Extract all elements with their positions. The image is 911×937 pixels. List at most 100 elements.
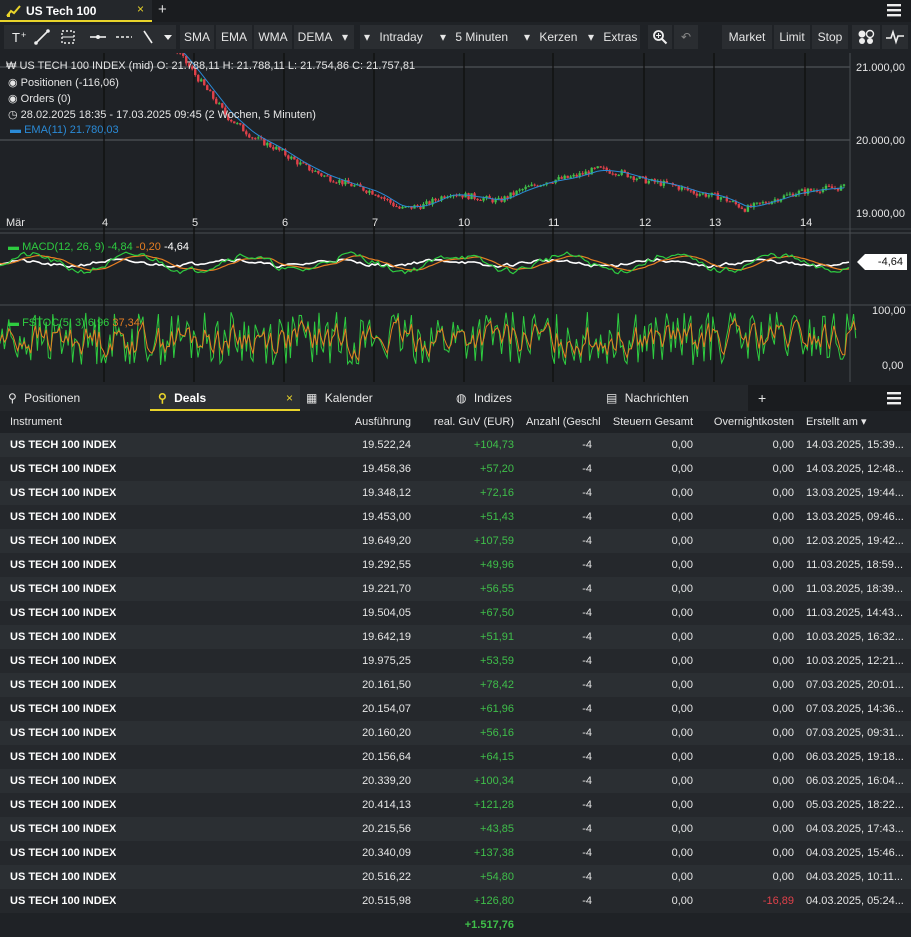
sort-desc-icon: ▾ (861, 416, 867, 428)
table-row[interactable]: US TECH 100 INDEX 19.292,55 +49,96 -4 0,00 0,… (0, 553, 911, 577)
cell-ausfuehrung: 20.154,07 (362, 703, 411, 715)
table-row[interactable]: US TECH 100 INDEX 20.414,13 +121,28 -4 0,00 0… (0, 793, 911, 817)
market-order-button[interactable]: Market (722, 25, 772, 49)
location-pin-icon: ⚲ (158, 391, 167, 405)
x-tick-label: 5 (192, 217, 199, 229)
add-tab-button[interactable]: + (158, 1, 167, 18)
table-row[interactable]: US TECH 100 INDEX 19.458,36 +57,20 -4 0,00 0,… (0, 457, 911, 481)
cell-instrument: US TECH 100 INDEX (10, 703, 117, 715)
interval-dropdown[interactable]: ▾ 5 Minuten (436, 25, 530, 49)
table-row[interactable]: US TECH 100 INDEX 19.453,00 +51,43 -4 0,00 0,… (0, 505, 911, 529)
col-overnight-header[interactable]: Overnightkosten (714, 411, 794, 433)
table-row[interactable]: US TECH 100 INDEX 19.642,19 +51,91 -4 0,00 0,… (0, 625, 911, 649)
add-tab-button[interactable]: + (758, 385, 778, 411)
limit-order-button[interactable]: Limit (774, 25, 810, 49)
orders-legend[interactable]: ◉ Orders (0) (8, 92, 71, 105)
candle-body (332, 181, 335, 183)
chevron-down-icon: ▾ (364, 30, 371, 44)
candle-body (353, 185, 356, 187)
trendline-tool-icon[interactable] (30, 25, 52, 49)
tab-positionen[interactable]: ⚲ Positionen (0, 385, 150, 411)
table-row[interactable]: US TECH 100 INDEX 19.348,12 +72,16 -4 0,00 0,… (0, 481, 911, 505)
table-row[interactable]: US TECH 100 INDEX 19.975,25 +53,59 -4 0,00 0,… (0, 649, 911, 673)
cell-guv: +53,59 (480, 655, 514, 667)
table-row[interactable]: US TECH 100 INDEX 20.339,20 +100,34 -4 0,00 0… (0, 769, 911, 793)
hamburger-menu-icon[interactable] (887, 385, 907, 411)
cell-erstellt: 14.03.2025, 12:48... (806, 463, 904, 475)
stop-order-button[interactable]: Stop (812, 25, 848, 49)
x-tick-label: 7 (372, 217, 379, 229)
table-row[interactable]: US TECH 100 INDEX 20.160,20 +56,16 -4 0,00 0,… (0, 721, 911, 745)
ohlc-legend: ₩ US TECH 100 INDEX (mid) O: 21.788,11 H… (6, 60, 415, 72)
table-row[interactable]: US TECH 100 INDEX 20.516,22 +54,80 -4 0,00 0,… (0, 865, 911, 889)
fstoc-legend[interactable]: ▬ FSTOC(5, 3) 6,96 37,34 (8, 317, 140, 329)
fibonacci-tool-icon[interactable] (56, 25, 78, 49)
cell-guv: +104,73 (473, 439, 514, 451)
candle-body (320, 173, 323, 176)
cell-ausfuehrung: 19.221,70 (362, 583, 411, 595)
candle-body (497, 197, 500, 199)
table-row[interactable]: US TECH 100 INDEX 20.215,56 +43,85 -4 0,00 0,… (0, 817, 911, 841)
dashed-line-icon[interactable] (110, 25, 132, 49)
candle-body (371, 190, 374, 195)
tab-nachrichten[interactable]: ▤ Nachrichten (600, 385, 748, 411)
positions-legend[interactable]: ◉ Positionen (-116,06) (8, 76, 119, 89)
dema-button[interactable]: DEMA (294, 25, 336, 49)
wma-button[interactable]: WMA (254, 25, 292, 49)
candle-body (392, 202, 395, 207)
pen-tool-icon[interactable] (138, 25, 172, 49)
tab-deals[interactable]: ⚲ Deals × (150, 385, 300, 411)
cell-instrument: US TECH 100 INDEX (10, 871, 117, 883)
cell-ausfuehrung: 19.522,24 (362, 439, 411, 451)
candle-body (800, 189, 804, 191)
col-instrument-header[interactable]: Instrument (10, 411, 62, 433)
col-anzahl-header[interactable]: Anzahl (Geschl (526, 411, 602, 433)
macd-histogram-line (0, 257, 850, 269)
zoom-icon[interactable] (648, 25, 672, 49)
col-steuern-header[interactable]: Steuern Gesamt (613, 411, 693, 433)
candle-body (602, 167, 605, 169)
undo-icon[interactable]: ↶ (674, 25, 698, 49)
cell-steuern: 0,00 (671, 463, 693, 475)
table-row[interactable]: US TECH 100 INDEX 20.340,09 +137,38 -4 0,00 0… (0, 841, 911, 865)
col-erstellt-header[interactable]: Erstellt am ▾ (806, 411, 867, 433)
col-ausfuehrung-header[interactable]: Ausführung (355, 411, 411, 433)
cell-anzahl: -4 (582, 583, 592, 595)
table-row[interactable]: US TECH 100 INDEX 20.156,64 +64,15 -4 0,00 0,… (0, 745, 911, 769)
tab-us-tech-100[interactable]: US Tech 100 × (0, 0, 152, 22)
table-row[interactable]: US TECH 100 INDEX 19.649,20 +107,59 -4 0,00 0… (0, 529, 911, 553)
cell-overnight: 0,00 (772, 679, 794, 691)
table-row[interactable]: US TECH 100 INDEX 20.154,07 +61,96 -4 0,00 0,… (0, 697, 911, 721)
ema-button[interactable]: EMA (216, 25, 252, 49)
macd-legend[interactable]: ▬ MACD(12, 26, 9) -4,84 -0,20 -4,64 (8, 241, 189, 253)
pulse-icon[interactable] (882, 25, 908, 49)
horizontal-line-icon[interactable] (84, 25, 106, 49)
cell-anzahl: -4 (582, 751, 592, 763)
tab-indizes[interactable]: ◍ Indizes (450, 385, 600, 411)
col-guv-header[interactable]: real. GuV (EUR) (434, 411, 514, 433)
table-row[interactable]: US TECH 100 INDEX 19.522,24 +104,73 -4 0,00 0… (0, 433, 911, 457)
indicator-dropdown-icon[interactable]: ▾ (336, 25, 354, 49)
close-icon[interactable]: × (286, 385, 293, 411)
table-row[interactable]: US TECH 100 INDEX 20.515,98 +126,80 -4 0,00 -… (0, 889, 911, 913)
table-row[interactable]: US TECH 100 INDEX 20.161,50 +78,42 -4 0,00 0,… (0, 673, 911, 697)
tab-kalender[interactable]: ▦ Kalender (300, 385, 450, 411)
cell-instrument: US TECH 100 INDEX (10, 463, 117, 475)
settings-toggle-icon[interactable] (852, 25, 880, 49)
chart-type-dropdown[interactable]: ▾ Kerzen (520, 25, 584, 49)
tab-close-icon[interactable]: × (137, 2, 144, 16)
table-row[interactable]: US TECH 100 INDEX 19.504,05 +67,50 -4 0,00 0,… (0, 601, 911, 625)
candle-body (272, 147, 275, 150)
extras-dropdown[interactable]: ▾ Extras (584, 25, 640, 49)
macd-name: MACD(12, 26, 9) (22, 241, 105, 253)
price-chart[interactable]: ₩ US TECH 100 INDEX (mid) O: 21.788,11 H… (0, 19, 911, 382)
candle-body (467, 193, 470, 200)
cell-guv: +56,16 (480, 727, 514, 739)
sma-button[interactable]: SMA (180, 25, 214, 49)
extras-label: Extras (603, 30, 638, 44)
ema-legend[interactable]: ▬ EMA(11) 21.780,03 (10, 124, 119, 136)
text-tool-icon[interactable] (4, 25, 28, 49)
cell-steuern: 0,00 (671, 583, 693, 595)
table-row[interactable]: US TECH 100 INDEX 19.221,70 +56,55 -4 0,00 0,… (0, 577, 911, 601)
hamburger-menu-icon[interactable] (887, 3, 901, 20)
